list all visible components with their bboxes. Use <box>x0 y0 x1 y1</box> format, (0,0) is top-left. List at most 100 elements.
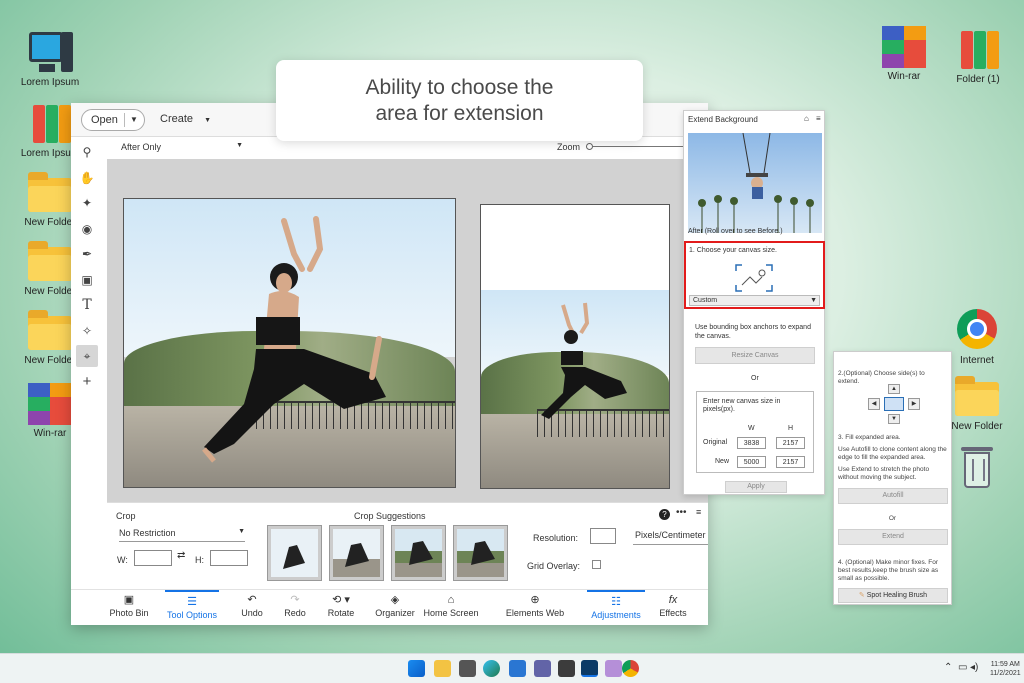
create-button[interactable]: Create ▼ <box>160 113 211 125</box>
quick-select-icon[interactable]: ✦ <box>76 192 98 214</box>
crop-suggestion-thumb[interactable] <box>329 525 384 581</box>
arrow-up-icon[interactable]: ▲ <box>888 384 900 394</box>
desktop-icon-label: Folder (1) <box>956 74 1000 85</box>
nav-label: Undo <box>241 608 263 618</box>
edge-icon[interactable] <box>483 660 500 677</box>
start-icon[interactable] <box>408 660 425 677</box>
apply-label: Apply <box>747 483 765 490</box>
menu-icon[interactable]: ≡ <box>816 114 821 123</box>
rotate-icon: ⟲ ▾ <box>332 594 350 606</box>
camera-icon[interactable] <box>459 660 476 677</box>
dancer-figure <box>202 216 386 463</box>
desktop-icon-internet[interactable]: Internet <box>944 308 1010 366</box>
crop-ratio-select[interactable]: No Restriction ▼ <box>119 528 245 542</box>
folder-icon <box>27 170 73 214</box>
nav-home-screen[interactable]: ⌂ Home Screen <box>423 590 479 626</box>
swap-icon[interactable]: ⇄ <box>177 550 185 561</box>
width-input[interactable] <box>134 550 172 566</box>
image-canvas[interactable] <box>107 159 708 502</box>
stamp-icon[interactable]: ▣ <box>76 269 98 291</box>
open-button[interactable]: Open ▼ <box>81 109 145 131</box>
nav-label: Tool Options <box>166 610 218 620</box>
redo-icon: ↷ <box>290 594 300 606</box>
photo-editor-taskbar-icon[interactable] <box>581 660 598 677</box>
desktop-icon-winrar[interactable]: Win-rar <box>871 24 937 82</box>
resolution-input[interactable] <box>590 528 616 544</box>
crop-suggestion-thumb[interactable] <box>391 525 446 581</box>
brush-icon[interactable]: ✒ <box>76 243 98 265</box>
tool-options-panel: Crop No Restriction ▼ W: ⇄ H: Crop Sugge… <box>107 502 708 588</box>
apply-button[interactable]: Apply <box>725 481 787 493</box>
zoom-icon[interactable]: ⚲ <box>76 141 98 163</box>
panel-menu-icon[interactable]: ≡ <box>696 507 701 517</box>
desktop-icon-folder[interactable]: New Folder <box>944 374 1010 432</box>
nav-adjustments[interactable]: ☷ Adjustments <box>587 590 645 626</box>
anchor-note: Use bounding box anchors to expand the c… <box>695 324 811 340</box>
nav-undo[interactable]: ↶ Undo <box>236 590 268 626</box>
height-label: H: <box>195 555 204 565</box>
view-mode-select[interactable]: After Only ▼ <box>121 142 243 152</box>
spot-heal-icon[interactable]: ✧ <box>76 320 98 342</box>
new-height-input[interactable]: 2157 <box>776 456 805 468</box>
eye-icon[interactable]: ◉ <box>76 218 98 240</box>
preview-photo[interactable] <box>480 204 670 489</box>
tools-panel: ⚲ ✋ ✦ ◉ ✒ ▣ T ✧ ⌖ + <box>76 141 100 396</box>
nav-organizer[interactable]: ◈ Organizer <box>373 590 417 626</box>
file-explorer-icon[interactable] <box>434 660 451 677</box>
grid-overlay-checkbox[interactable] <box>592 560 601 569</box>
arrow-down-icon[interactable]: ▼ <box>888 414 900 424</box>
chrome-taskbar-icon[interactable] <box>622 660 639 677</box>
nav-rotate[interactable]: ⟲ ▾ Rotate <box>323 590 359 626</box>
caption-line-2: area for extension <box>375 102 544 125</box>
text-icon[interactable]: T <box>76 294 98 316</box>
help-icon[interactable]: ? <box>659 509 670 520</box>
crop-suggestion-thumb[interactable] <box>267 525 322 581</box>
undo-icon: ↶ <box>247 594 257 606</box>
network-icon[interactable]: ▭ <box>958 662 967 673</box>
resolution-unit-select[interactable]: Pixels/Centimeter <box>633 527 708 545</box>
store-icon[interactable] <box>509 660 526 677</box>
tray-chevron-icon[interactable]: ⌃ <box>944 662 952 673</box>
crop-suggestion-thumb[interactable] <box>453 525 508 581</box>
photos-icon[interactable] <box>605 660 622 677</box>
winrar-icon <box>881 24 927 68</box>
nav-elements-web[interactable]: ⊕ Elements Web <box>505 590 565 626</box>
teams-icon[interactable] <box>534 660 551 677</box>
col-h-label: H <box>788 425 794 432</box>
move-icon[interactable]: + <box>76 371 98 393</box>
more-icon[interactable]: ••• <box>676 507 687 518</box>
zoom-label: Zoom <box>557 142 581 152</box>
crop-icon[interactable]: ⌖ <box>76 345 98 367</box>
photo-bin-icon: ▣ <box>123 594 135 606</box>
autofill-button[interactable]: Autofill <box>838 488 948 504</box>
resize-canvas-button[interactable]: Resize Canvas <box>695 347 815 364</box>
side-selector[interactable]: ▲ ◀ ▶ ▼ <box>868 384 920 424</box>
volume-icon[interactable]: ◂) <box>970 662 978 673</box>
desktop-icon-binders[interactable]: Folder (1) <box>945 27 1011 85</box>
desktop-icon-recycle-bin[interactable] <box>944 447 1010 495</box>
pen-icon[interactable] <box>558 660 575 677</box>
spot-healing-brush-button[interactable]: ✎ Spot Healing Brush <box>838 588 948 603</box>
clock[interactable]: 11:59 AM 11/2/2021 <box>990 660 1021 678</box>
height-input[interactable] <box>210 550 248 566</box>
collapse-icon[interactable]: ⌂ <box>804 114 809 123</box>
extend-button[interactable]: Extend <box>838 529 948 545</box>
preview-image[interactable] <box>688 133 822 233</box>
desktop-icon-computer[interactable]: Lorem Ipsum <box>17 30 83 88</box>
crop-suggestions-label: Crop Suggestions <box>354 511 426 521</box>
zoom-slider-track[interactable] <box>593 146 695 147</box>
nav-photo-bin[interactable]: ▣ Photo Bin <box>107 590 151 626</box>
hand-icon[interactable]: ✋ <box>76 167 98 189</box>
nav-redo[interactable]: ↷ Redo <box>279 590 311 626</box>
chevron-down-icon[interactable]: ▼ <box>130 110 138 130</box>
new-width-input[interactable]: 5000 <box>737 456 766 468</box>
caption-line-1: Ability to choose the <box>365 76 554 99</box>
main-photo[interactable] <box>123 198 456 488</box>
autofill-note: Use Autofill to clone content along the … <box>838 446 947 461</box>
nav-label: Home Screen <box>423 608 479 618</box>
arrow-left-icon[interactable]: ◀ <box>868 398 880 410</box>
zoom-slider-knob[interactable] <box>586 143 593 150</box>
nav-tool-options[interactable]: ☰ Tool Options <box>165 590 219 626</box>
nav-effects[interactable]: fx Effects <box>655 590 691 626</box>
arrow-right-icon[interactable]: ▶ <box>908 398 920 410</box>
